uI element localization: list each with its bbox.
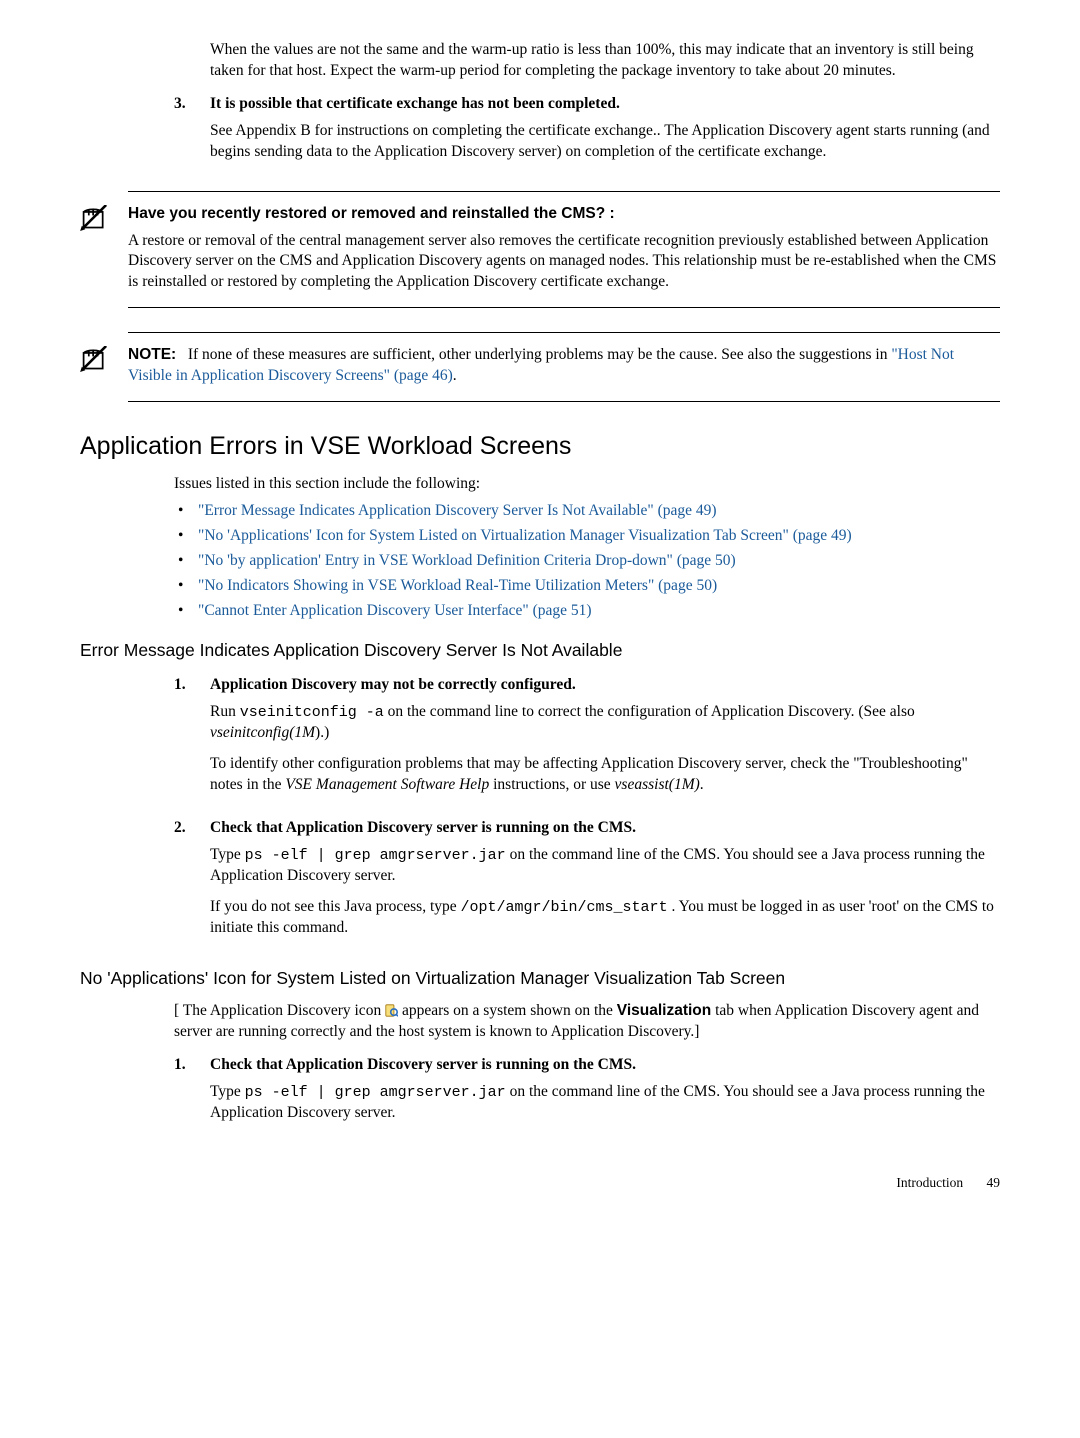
step-3: 3. It is possible that certificate excha… — [174, 94, 1000, 173]
subsection-a-title: Error Message Indicates Application Disc… — [80, 639, 1000, 663]
note-other-problems: NOTE: If none of these measures are suff… — [128, 332, 1000, 408]
step-3-number: 3. — [174, 94, 210, 173]
top-paragraph-text: When the values are not the same and the… — [210, 41, 974, 79]
note-2-lead: If none of these measures are sufficient… — [188, 346, 891, 363]
note-icon-wrap-1 — [80, 205, 112, 238]
subA-step-2: 2. Check that Application Discovery serv… — [174, 818, 1000, 949]
note-icon-wrap-2 — [80, 346, 112, 379]
subA-step-1: 1. Application Discovery may not be corr… — [174, 675, 1000, 806]
top-paragraph: When the values are not the same and the… — [210, 40, 1000, 82]
note-2-tail: . — [453, 367, 457, 384]
subB-step-1: 1. Check that Application Discovery serv… — [174, 1055, 1000, 1134]
note-2-prefix: NOTE: — [128, 346, 176, 363]
subsection-b-title: No 'Applications' Icon for System Listed… — [80, 967, 1000, 991]
list-item: "No 'Applications' Icon for System Liste… — [174, 526, 1000, 547]
subB-step1-cmd1: ps -elf | grep amgrserver.jar — [245, 1084, 506, 1101]
step-3-title: It is possible that certificate exchange… — [210, 94, 1000, 115]
subA-step2-cmd1: ps -elf | grep amgrserver.jar — [245, 847, 506, 864]
subB-step1-body: Check that Application Discovery server … — [210, 1055, 1000, 1134]
subA-step1-p1: Run vseinitconfig -a on the command line… — [210, 702, 1000, 744]
subA-step1-p2: To identify other configuration problems… — [210, 754, 1000, 796]
subB-step1-p1a: Type — [210, 1083, 245, 1100]
subA-step1-em3: vseassist(1M) — [615, 776, 700, 793]
subB-lead-a: [ The Application Discovery icon — [174, 1002, 385, 1019]
subA-step1-p1b: on the command line to correct the confi… — [384, 703, 915, 720]
subA-step1-em1: vseinitconfig(1M — [210, 724, 315, 741]
list-item: "Cannot Enter Application Discovery User… — [174, 601, 1000, 622]
subB-lead-b: appears on a system shown on the — [398, 1002, 617, 1019]
note-1-body: Have you recently restored or removed an… — [128, 202, 1000, 294]
note-2-body: NOTE: If none of these measures are suff… — [128, 343, 1000, 387]
subA-step1-em2: VSE Management Software Help — [285, 776, 489, 793]
subA-step2-cmd2: /opt/amgr/bin/cms_start — [461, 899, 668, 916]
list-item: "No 'by application' Entry in VSE Worklo… — [174, 551, 1000, 572]
subA-step1-p2b: instructions, or use — [489, 776, 614, 793]
issue-link-0[interactable]: "Error Message Indicates Application Dis… — [198, 502, 717, 519]
issue-link-4[interactable]: "Cannot Enter Application Discovery User… — [198, 602, 592, 619]
subB-lead-strong: Visualization — [617, 1002, 711, 1019]
step-3-body: It is possible that certificate exchange… — [210, 94, 1000, 173]
note-1-title: Have you recently restored or removed an… — [128, 205, 615, 222]
subA-step2-p1a: Type — [210, 846, 245, 863]
pencil-note-icon — [80, 205, 108, 231]
subA-step1-title: Application Discovery may not be correct… — [210, 675, 1000, 696]
application-discovery-icon — [385, 1004, 398, 1017]
note-restore-cms: Have you recently restored or removed an… — [128, 191, 1000, 315]
subA-step2-p1: Type ps -elf | grep amgrserver.jar on th… — [210, 845, 1000, 887]
list-item: "Error Message Indicates Application Dis… — [174, 501, 1000, 522]
subB-step1-title: Check that Application Discovery server … — [210, 1055, 1000, 1076]
issue-list: "Error Message Indicates Application Dis… — [174, 501, 1000, 622]
subA-step1-p1c: ).) — [315, 724, 329, 741]
issue-link-1[interactable]: "No 'Applications' Icon for System Liste… — [198, 527, 852, 544]
subA-step2-title: Check that Application Discovery server … — [210, 818, 1000, 839]
note-1-text: A restore or removal of the central mana… — [128, 231, 1000, 294]
footer-label: Introduction — [896, 1175, 963, 1190]
page-footer: Introduction 49 — [80, 1174, 1000, 1192]
subB-step1-num: 1. — [174, 1055, 210, 1134]
subB-step1-p1: Type ps -elf | grep amgrserver.jar on th… — [210, 1082, 1000, 1124]
issue-link-2[interactable]: "No 'by application' Entry in VSE Worklo… — [198, 552, 736, 569]
footer-page: 49 — [987, 1175, 1001, 1190]
subA-step1-p1a: Run — [210, 703, 240, 720]
section-intro: Issues listed in this section include th… — [174, 474, 1000, 495]
step-3-text: See Appendix B for instructions on compl… — [210, 121, 1000, 163]
subB-lead: [ The Application Discovery icon appears… — [174, 1001, 1000, 1043]
subA-step2-p2a: If you do not see this Java process, typ… — [210, 898, 461, 915]
subA-step2-p2: If you do not see this Java process, typ… — [210, 897, 1000, 939]
list-item: "No Indicators Showing in VSE Workload R… — [174, 576, 1000, 597]
subA-step1-cmd1: vseinitconfig -a — [240, 704, 384, 721]
subA-step1-body: Application Discovery may not be correct… — [210, 675, 1000, 806]
issue-link-3[interactable]: "No Indicators Showing in VSE Workload R… — [198, 577, 717, 594]
pencil-note-icon — [80, 346, 108, 372]
subA-step1-p2c: . — [700, 776, 704, 793]
section-heading-app-errors: Application Errors in VSE Workload Scree… — [80, 430, 1000, 464]
subA-step1-num: 1. — [174, 675, 210, 806]
subA-step2-body: Check that Application Discovery server … — [210, 818, 1000, 949]
subA-step2-num: 2. — [174, 818, 210, 949]
